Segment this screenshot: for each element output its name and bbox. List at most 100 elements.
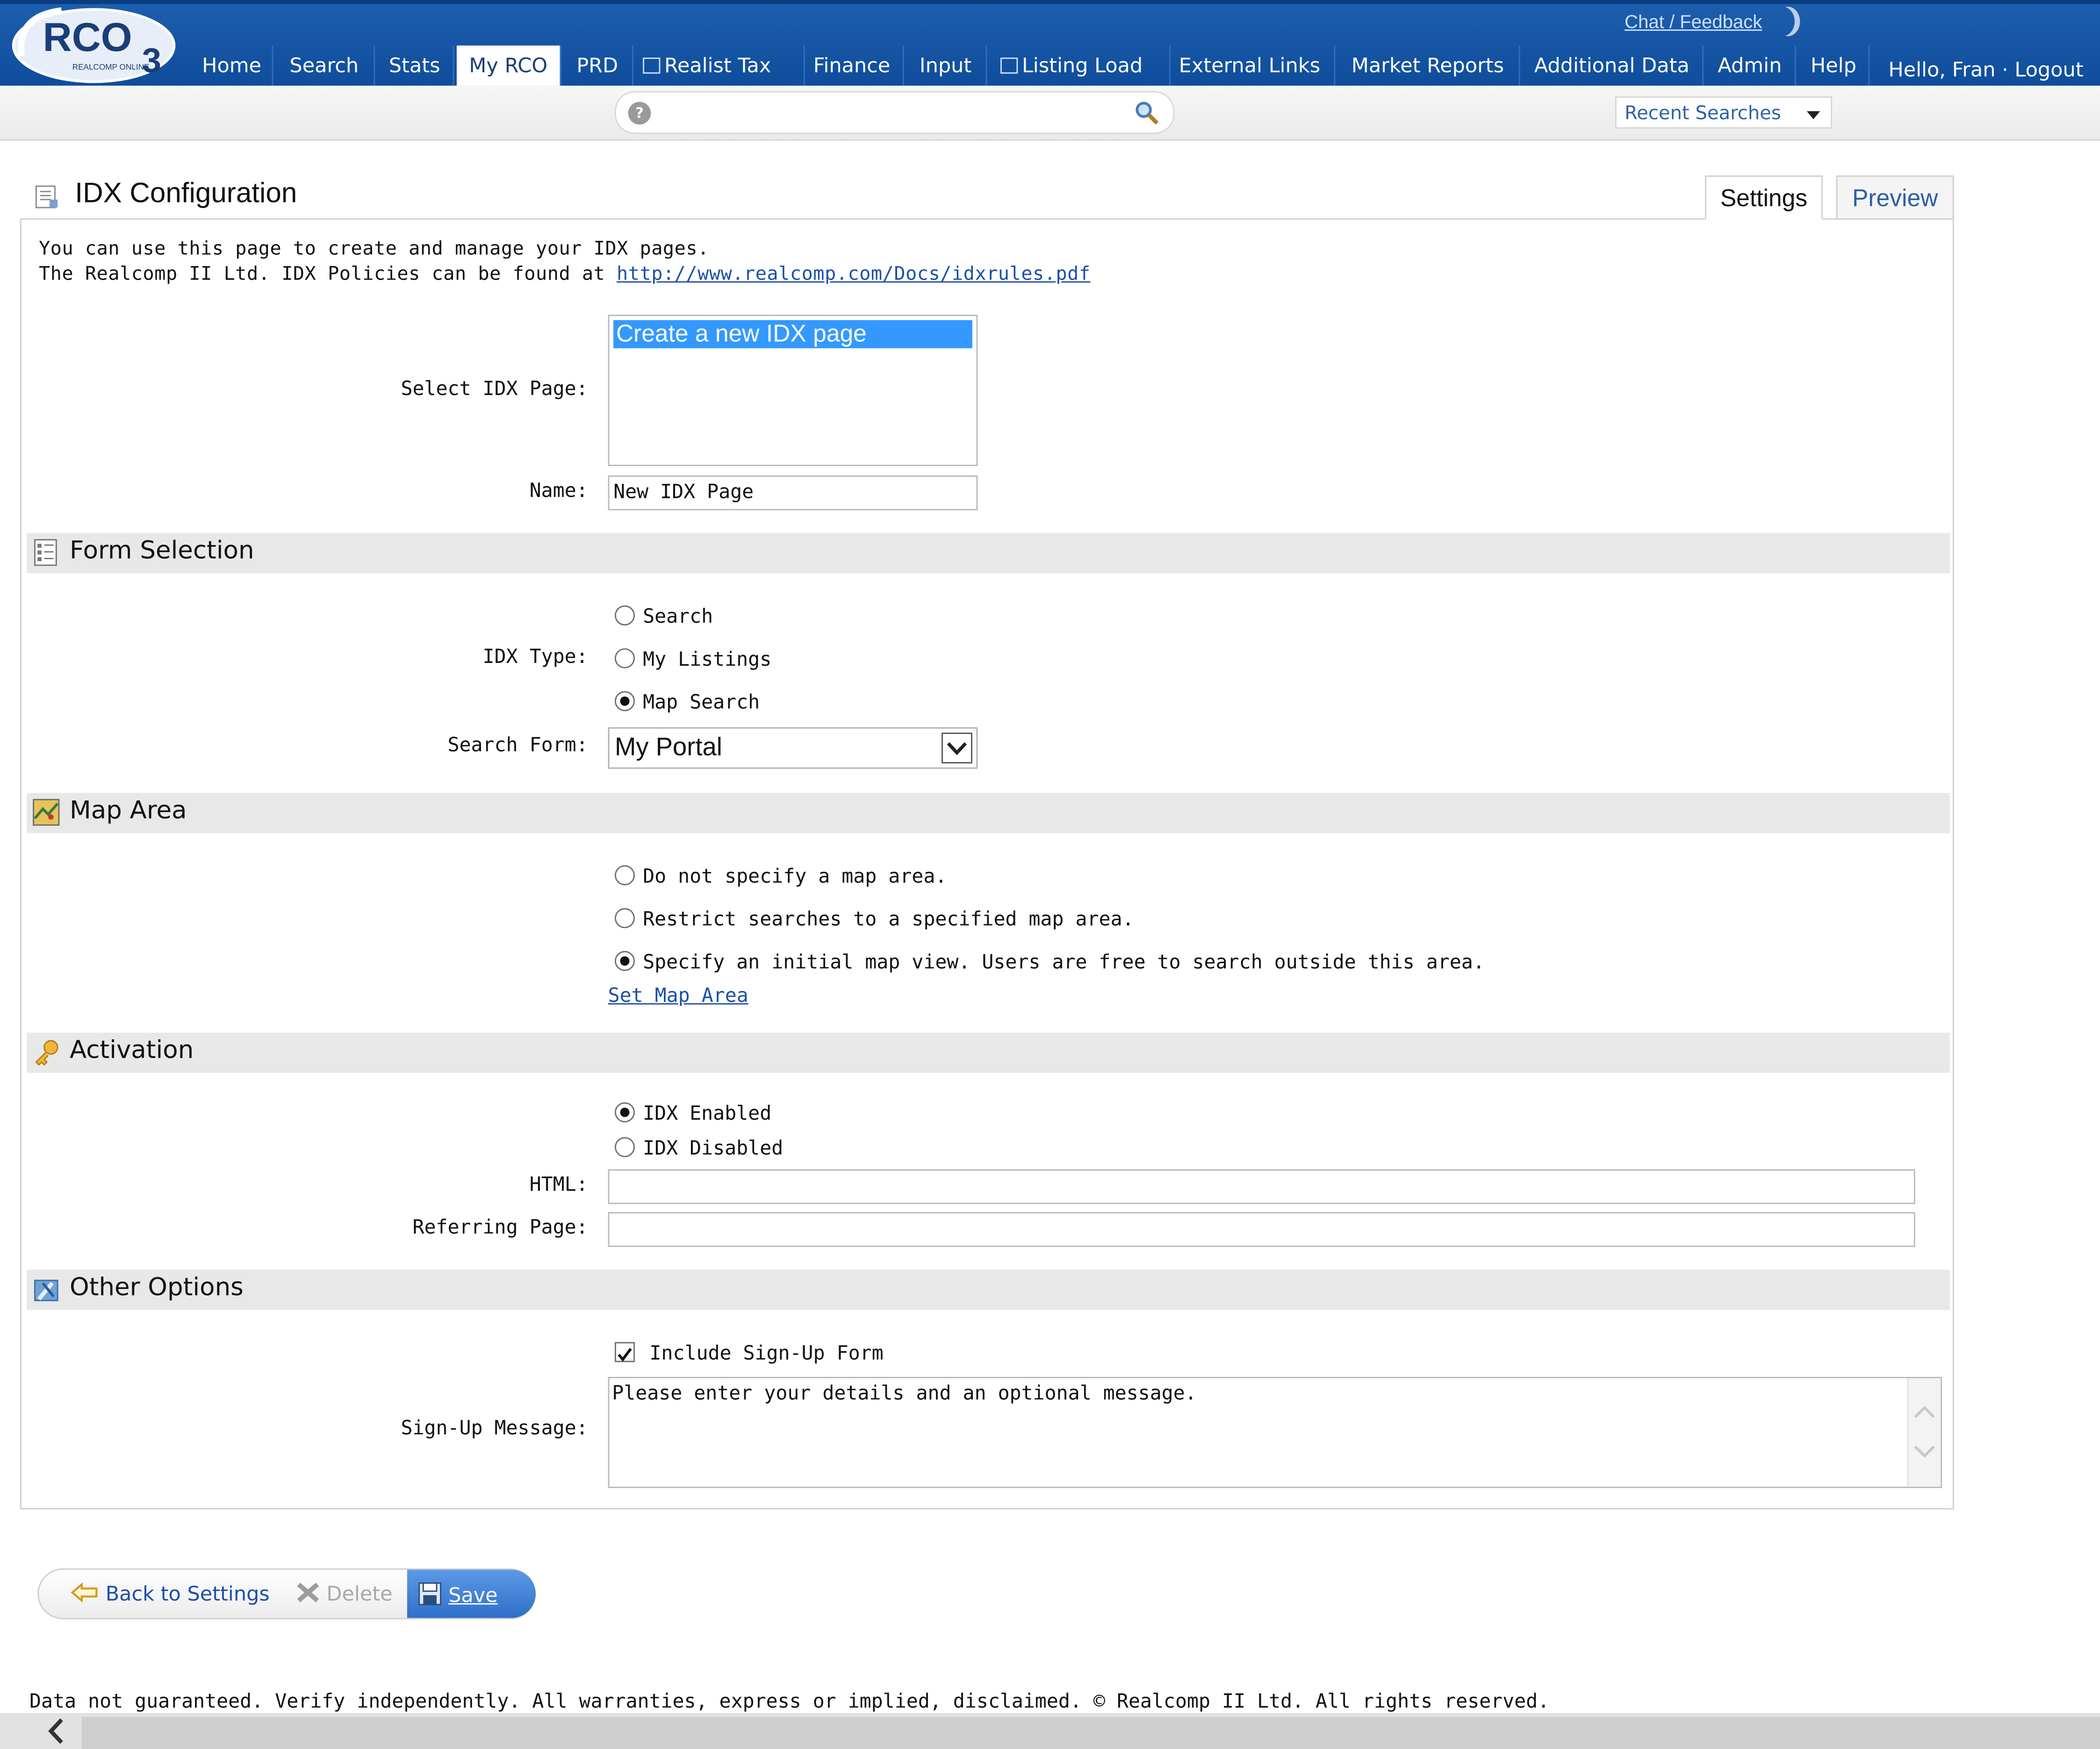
map-area-restrict-label: Restrict searches to a specified map are… bbox=[643, 909, 1134, 931]
key-icon bbox=[32, 1038, 60, 1066]
external-window-icon bbox=[1000, 58, 1018, 74]
scrollbar-thumb[interactable] bbox=[81, 1717, 2100, 1749]
map-area-none-radio[interactable] bbox=[614, 865, 635, 885]
section-title: Other Options bbox=[69, 1274, 244, 1302]
tab-preview[interactable]: Preview bbox=[1836, 175, 1954, 220]
nav-tab-finance[interactable]: Finance bbox=[801, 45, 904, 86]
nav-tab-input[interactable]: Input bbox=[906, 45, 987, 86]
nav-tab-listing-load[interactable]: Listing Load bbox=[992, 45, 1171, 86]
rco-logo[interactable]: RCO 3 REALCOMP ONLINE bbox=[8, 3, 180, 86]
search-form-value: My Portal bbox=[614, 734, 722, 763]
delete-x-icon bbox=[297, 1583, 319, 1603]
idx-type-search-label: Search bbox=[643, 606, 713, 628]
search-form-label: Search Form: bbox=[447, 735, 588, 757]
checkmark-icon bbox=[618, 1348, 632, 1362]
idx-type-label: IDX Type: bbox=[482, 647, 588, 669]
external-window-icon bbox=[643, 58, 661, 74]
nav-tab-external-links[interactable]: External Links bbox=[1165, 45, 1336, 86]
idx-enabled-label: IDX Enabled bbox=[643, 1103, 772, 1125]
section-title: Form Selection bbox=[69, 537, 254, 565]
search-form-select[interactable]: My Portal bbox=[608, 727, 978, 769]
name-label: Name: bbox=[529, 481, 588, 503]
idx-policy-link[interactable]: http://www.realcomp.com/Docs/idxrules.pd… bbox=[617, 264, 1091, 285]
delete-button[interactable]: Delete bbox=[296, 1582, 393, 1606]
idx-disabled-radio[interactable] bbox=[614, 1137, 635, 1158]
logo-text: RCO bbox=[43, 15, 132, 60]
map-area-initial-view-radio[interactable] bbox=[614, 951, 635, 971]
signup-message-text: Please enter your details and an optiona… bbox=[612, 1383, 1197, 1405]
nav-tab-prd[interactable]: PRD bbox=[562, 45, 634, 86]
recent-searches-dropdown[interactable]: Recent Searches bbox=[1615, 96, 1833, 129]
map-area-restrict-radio[interactable] bbox=[614, 908, 635, 928]
map-area-none-label: Do not specify a map area. bbox=[643, 866, 947, 888]
chevron-down-icon bbox=[941, 733, 972, 763]
nav-tab-market-reports[interactable]: Market Reports bbox=[1337, 45, 1520, 86]
section-title: Activation bbox=[69, 1036, 194, 1065]
set-map-area-link[interactable]: Set Map Area bbox=[608, 986, 748, 1007]
save-disk-icon bbox=[418, 1582, 441, 1605]
page-title: IDX Configuration bbox=[75, 178, 297, 209]
section-form-selection: Form Selection bbox=[27, 533, 1950, 574]
section-activation: Activation bbox=[27, 1032, 1950, 1073]
save-button[interactable]: Save bbox=[418, 1582, 498, 1607]
name-input[interactable]: New IDX Page bbox=[608, 475, 978, 511]
section-map-area: Map Area bbox=[27, 792, 1950, 833]
chat-moon-icon bbox=[1770, 7, 1795, 36]
nav-tab-help[interactable]: Help bbox=[1798, 45, 1870, 86]
quick-search-input[interactable] bbox=[614, 91, 1175, 134]
nav-tab-additional-data[interactable]: Additional Data bbox=[1521, 45, 1704, 86]
textarea-scrollbar[interactable] bbox=[1907, 1378, 1941, 1487]
recent-searches-label: Recent Searches bbox=[1625, 103, 1781, 125]
nav-tab-home[interactable]: Home bbox=[192, 45, 273, 86]
idx-type-my-listings-radio[interactable] bbox=[614, 648, 635, 669]
referring-page-label: Referring Page: bbox=[412, 1217, 588, 1239]
idx-type-my-listings-label: My Listings bbox=[643, 649, 772, 671]
html-input[interactable] bbox=[608, 1169, 1915, 1204]
include-signup-checkbox[interactable] bbox=[614, 1342, 635, 1362]
idx-enabled-radio[interactable] bbox=[614, 1102, 635, 1123]
section-other-options: Other Options bbox=[27, 1269, 1950, 1310]
horizontal-scrollbar[interactable] bbox=[0, 1713, 2100, 1749]
select-idx-page-label: Select IDX Page: bbox=[401, 379, 588, 401]
scroll-down-icon[interactable] bbox=[1914, 1445, 1935, 1458]
chat-feedback-link[interactable]: Chat / Feedback bbox=[1625, 11, 1762, 32]
nav-tab-label: Listing Load bbox=[1021, 53, 1143, 78]
idx-type-map-search-label: Map Search bbox=[643, 692, 760, 714]
map-area-initial-view-label: Specify an initial map view. Users are f… bbox=[643, 952, 1485, 974]
nav-tab-realist-tax[interactable]: Realist Tax bbox=[638, 45, 805, 86]
idx-type-map-search-radio[interactable] bbox=[614, 691, 635, 712]
help-icon[interactable]: ? bbox=[628, 101, 651, 125]
section-title: Map Area bbox=[69, 797, 187, 825]
include-signup-label: Include Sign-Up Form bbox=[649, 1343, 884, 1365]
tools-icon bbox=[32, 1275, 60, 1303]
intro-text: You can use this page to create and mana… bbox=[39, 238, 709, 260]
nav-tab-stats[interactable]: Stats bbox=[376, 45, 454, 86]
referring-page-input[interactable] bbox=[608, 1212, 1915, 1247]
scroll-left-icon[interactable] bbox=[29, 1713, 83, 1749]
logo-subtext: REALCOMP ONLINE bbox=[72, 62, 150, 72]
back-to-settings-label: Back to Settings bbox=[105, 1582, 270, 1606]
footer-disclaimer: Data not guaranteed. Verify independentl… bbox=[29, 1691, 1550, 1713]
signup-message-textarea[interactable]: Please enter your details and an optiona… bbox=[608, 1377, 1942, 1488]
svg-text:3: 3 bbox=[142, 41, 161, 80]
back-arrow-icon bbox=[71, 1582, 98, 1603]
nav-tab-admin[interactable]: Admin bbox=[1705, 45, 1796, 86]
delete-label: Delete bbox=[326, 1582, 393, 1606]
scroll-up-icon[interactable] bbox=[1914, 1405, 1935, 1418]
page-config-icon bbox=[34, 183, 60, 210]
back-to-settings-button[interactable]: Back to Settings bbox=[70, 1582, 270, 1606]
form-icon bbox=[32, 539, 60, 567]
idx-page-listbox[interactable]: Create a new IDX page bbox=[608, 315, 978, 466]
idx-type-search-radio[interactable] bbox=[614, 605, 635, 626]
tab-settings[interactable]: Settings bbox=[1704, 175, 1823, 220]
user-greeting-logout[interactable]: Hello, Fran · Logout bbox=[1888, 58, 2083, 82]
nav-tab-label: Realist Tax bbox=[664, 53, 771, 78]
nav-tab-my-rco[interactable]: My RCO bbox=[456, 45, 561, 86]
search-icon[interactable] bbox=[1134, 101, 1159, 126]
nav-tab-search[interactable]: Search bbox=[274, 45, 375, 86]
listbox-option-selected[interactable]: Create a new IDX page bbox=[613, 320, 972, 348]
html-label: HTML: bbox=[529, 1174, 588, 1196]
policy-text-prefix: The Realcomp II Ltd. IDX Policies can be… bbox=[39, 264, 617, 286]
chevron-down-icon bbox=[1806, 111, 1820, 119]
save-label: Save bbox=[448, 1583, 498, 1607]
